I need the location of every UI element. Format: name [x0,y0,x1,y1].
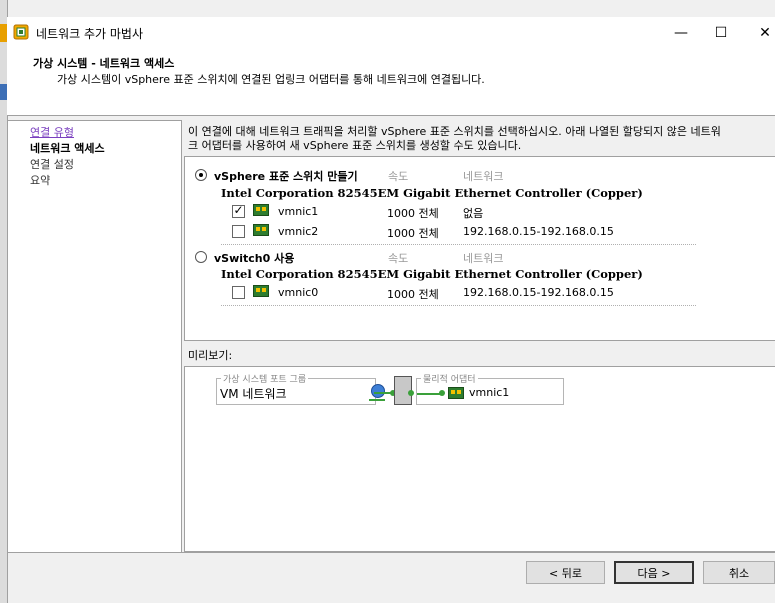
page-title: 가상 시스템 - 네트워크 액세스 [33,57,175,70]
cancel-button[interactable]: 취소 [703,561,775,584]
network-adapter-icon [253,224,269,236]
column-header-speed: 속도 [388,170,409,183]
checkbox-vmnic2[interactable] [232,225,245,238]
nic-speed: 1000 전체 [387,288,439,301]
row-separator [221,305,696,306]
radio-create-switch[interactable] [195,169,207,181]
column-header-speed: 속도 [388,252,409,265]
column-header-network: 네트워크 [463,252,504,265]
checkbox-vmnic1[interactable]: ✓ [232,203,245,218]
close-button[interactable]: ✕ [743,17,775,49]
nic-speed: 1000 전체 [387,227,439,240]
nic-name: vmnic1 [278,205,319,218]
physical-adapter-legend: 물리적 어댑터 [421,372,478,385]
footer-divider [7,552,775,553]
radio-use-vswitch0[interactable] [195,251,207,263]
close-icon: ✕ [759,25,771,41]
adapter-group-title: Intel Corporation 82545EM Gigabit Ethern… [221,186,643,200]
app-icon [13,24,29,40]
nic-name: vmnic0 [278,286,319,299]
minimize-icon: — [674,25,688,41]
nav-step-network-access: 네트워크 액세스 [30,142,105,155]
nic-network: 192.168.0.15-192.168.0.15 [463,225,614,238]
page-subtitle: 가상 시스템이 vSphere 표준 스위치에 연결된 업링크 어댑터를 통해 … [57,73,485,86]
network-adapter-icon [253,204,269,216]
back-button[interactable]: < 뒤로 [526,561,605,584]
link-dot [439,390,445,396]
preview-panel: 가상 시스템 포트 그룹 VM 네트워크 물리적 어댑터 vmnic1 [184,366,775,552]
minimize-button[interactable]: — [659,17,703,49]
column-header-network: 네트워크 [463,170,504,183]
instructions-line-1: 이 연결에 대해 네트워크 트래픽을 처리할 vSphere 표준 스위치를 선… [188,125,721,138]
row-separator [221,244,696,245]
physical-adapter-box: 물리적 어댑터 vmnic1 [416,372,564,405]
maximize-button[interactable]: ☐ [699,17,743,49]
adapter-group-title: Intel Corporation 82545EM Gigabit Ethern… [221,267,643,281]
portgroup-legend: 가상 시스템 포트 그룹 [221,372,309,385]
instructions-text: 이 연결에 대해 네트워크 트래픽을 처리할 vSphere 표준 스위치를 선… [188,125,768,153]
option-use-vswitch0-label[interactable]: vSwitch0 사용 [214,250,294,266]
nic-name: vmnic2 [278,225,319,238]
check-icon: ✓ [233,203,244,217]
title-bar: 네트워크 추가 마법사 — ☐ ✕ [7,17,775,49]
wizard-steps-nav: 연결 유형 네트워크 액세스 연결 설정 요약 [7,120,182,553]
maximize-icon: ☐ [714,25,728,41]
link-dot [408,390,414,396]
nav-step-connection-type[interactable]: 연결 유형 [30,124,74,140]
window-title: 네트워크 추가 마법사 [36,27,143,41]
instructions-line-2: 크 어댑터를 사용하여 새 vSphere 표준 스위치를 생성할 수도 있습니… [188,139,522,152]
physical-nic-name: vmnic1 [469,386,510,399]
background-window-accent-blue [0,84,7,100]
nic-network: 없음 [463,207,484,220]
background-window-accent [0,24,7,42]
next-button[interactable]: 다음 > [614,561,694,584]
nic-speed: 1000 전체 [387,207,439,220]
portgroup-box: 가상 시스템 포트 그룹 VM 네트워크 [216,372,385,405]
nav-step-summary: 요약 [30,174,51,187]
nic-network: 192.168.0.15-192.168.0.15 [463,286,614,299]
switch-selection-panel: vSphere 표준 스위치 만들기 속도 네트워크 Intel Corpora… [184,156,775,341]
checkbox-vmnic0[interactable] [232,286,245,299]
vm-network-icon [369,384,385,401]
wizard-header: 가상 시스템 - 네트워크 액세스 가상 시스템이 vSphere 표준 스위치… [7,49,775,116]
network-adapter-icon [253,285,269,297]
preview-label: 미리보기: [188,349,233,362]
nav-step-connection-settings: 연결 설정 [30,158,74,171]
option-create-switch-label[interactable]: vSphere 표준 스위치 만들기 [214,168,358,184]
network-adapter-icon [448,387,464,399]
portgroup-name: VM 네트워크 [220,387,287,401]
